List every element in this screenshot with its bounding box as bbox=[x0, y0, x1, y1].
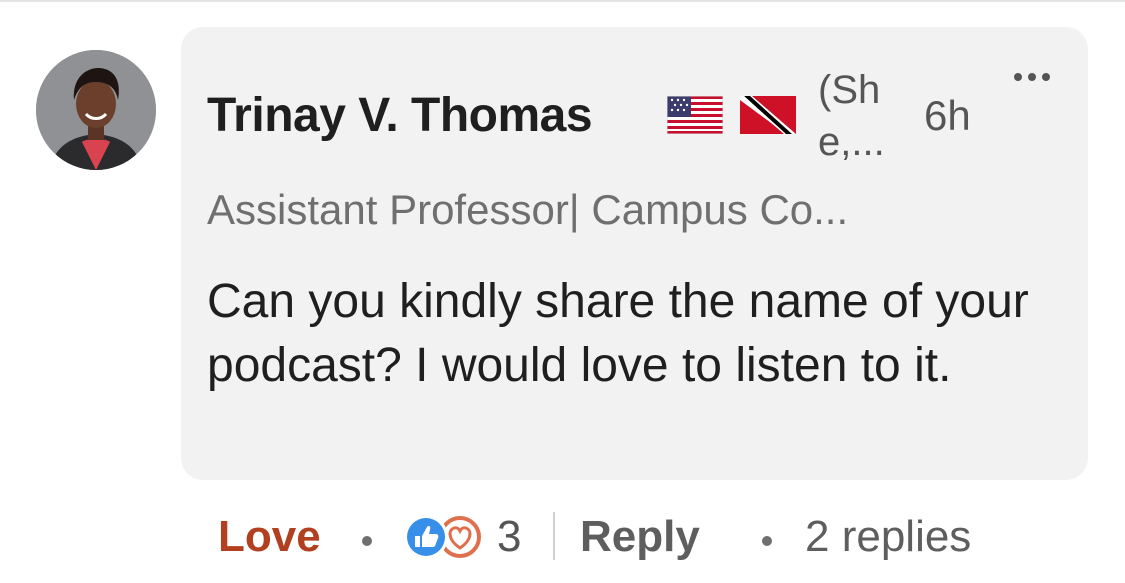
separator-dot bbox=[762, 536, 772, 546]
view-replies-link[interactable]: 2 replies bbox=[805, 512, 971, 562]
reaction-icons bbox=[404, 515, 482, 559]
trinidad-tobago-flag-icon bbox=[740, 96, 796, 134]
avatar-image bbox=[36, 50, 156, 170]
love-reaction-button[interactable]: Love bbox=[218, 512, 321, 562]
more-options-icon bbox=[1014, 73, 1050, 81]
reaction-summary[interactable] bbox=[400, 512, 488, 562]
action-divider bbox=[553, 512, 555, 560]
comment-time: 6h bbox=[924, 92, 971, 139]
pronouns-line-2: e,... bbox=[818, 120, 885, 164]
author-pronouns: (Sh e,... bbox=[818, 64, 908, 168]
author-avatar[interactable] bbox=[36, 50, 156, 170]
author-name[interactable]: Trinay V. Thomas bbox=[207, 88, 593, 143]
comment-screen: Trinay V. Thomas (Sh e,... 6h Assistant … bbox=[0, 0, 1125, 583]
separator-dot bbox=[362, 536, 372, 546]
like-icon bbox=[404, 515, 448, 559]
pronouns-line-1: (Sh bbox=[818, 68, 881, 112]
top-divider bbox=[0, 0, 1125, 2]
comment-text: Can you kindly share the name of your po… bbox=[207, 275, 1029, 392]
more-options-button[interactable] bbox=[1010, 62, 1054, 92]
reaction-count[interactable]: 3 bbox=[497, 512, 521, 562]
author-headline: Assistant Professor| Campus Co... bbox=[207, 186, 849, 233]
us-flag-icon bbox=[667, 96, 723, 134]
reply-button[interactable]: Reply bbox=[580, 512, 700, 562]
